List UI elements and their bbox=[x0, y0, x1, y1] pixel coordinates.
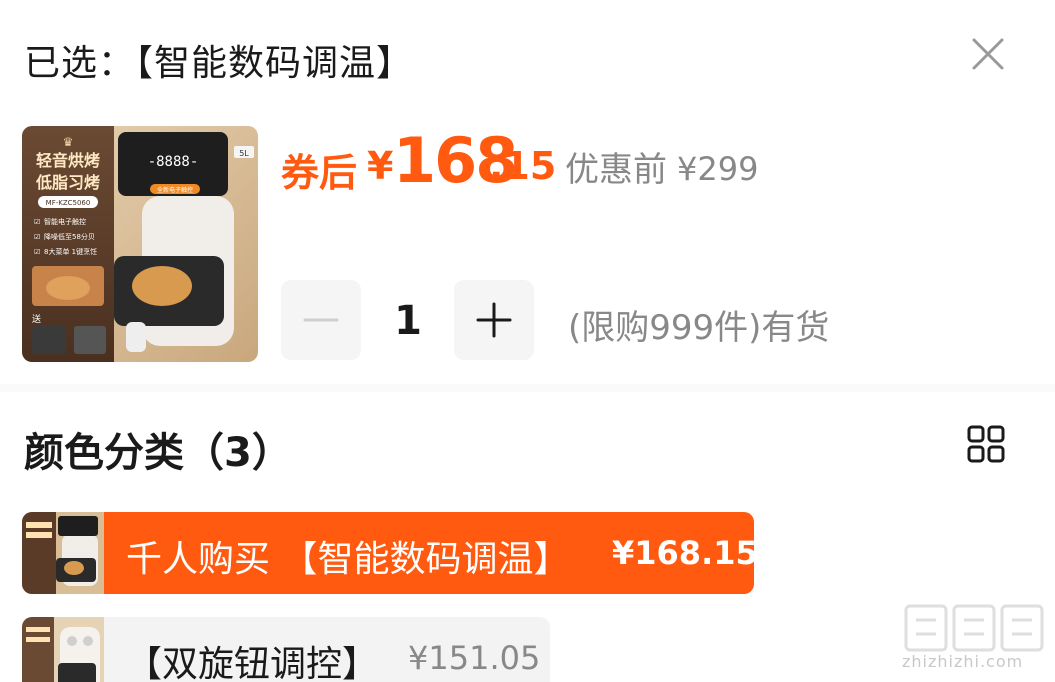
plus-icon bbox=[476, 302, 512, 338]
quantity-value[interactable]: 1 bbox=[380, 298, 436, 344]
svg-text:☑: ☑ bbox=[34, 248, 40, 256]
stock-status: (限购999件)有货 bbox=[568, 308, 830, 348]
option-price: ¥168.15 bbox=[612, 534, 754, 572]
price-decimal: .15 bbox=[489, 144, 557, 188]
product-model: MF-KZC5060 bbox=[46, 199, 91, 207]
product-feature-3: 8大菜单 1键烹饪 bbox=[44, 247, 97, 256]
grid-view-toggle[interactable] bbox=[966, 424, 1006, 464]
section-divider bbox=[0, 384, 1055, 392]
minus-icon bbox=[303, 318, 339, 322]
svg-text:☑: ☑ bbox=[34, 218, 40, 226]
product-headline-2: 低脂习烤 bbox=[35, 173, 100, 192]
quantity-increase-button[interactable] bbox=[454, 280, 534, 360]
original-price: ¥299 bbox=[677, 150, 759, 188]
option-label: 【双旋钮调控】 bbox=[126, 644, 379, 682]
product-headline-1: 轻音烘烤 bbox=[36, 151, 100, 170]
color-section-title: 颜色分类（3） bbox=[24, 430, 292, 476]
option-thumbnail bbox=[22, 617, 104, 682]
watermark-text: zhizhizhi.com bbox=[902, 652, 1024, 671]
selected-sku-label: 已选：【智能数码调温】 bbox=[24, 34, 413, 86]
capacity-label: 5L bbox=[239, 149, 249, 158]
svg-text:♛: ♛ bbox=[63, 135, 74, 149]
option-label: 千人购买 【智能数码调温】 bbox=[126, 539, 570, 580]
option-thumbnail bbox=[22, 512, 104, 594]
color-option-selected[interactable]: 千人购买 【智能数码调温】 ¥168.15 bbox=[22, 512, 754, 594]
close-icon bbox=[972, 38, 1004, 70]
sku-panel-header: 已选：【智能数码调温】 bbox=[0, 0, 1055, 110]
close-button[interactable] bbox=[966, 32, 1010, 76]
air-fryer-product-image: ♛ 轻音烘烤 低脂习烤 MF-KZC5060 ☑ 智能电子触控 ☑ 降噪低至58… bbox=[22, 126, 258, 362]
panel-label: 全新电子触控 bbox=[157, 186, 193, 194]
grid-view-icon bbox=[967, 425, 1005, 463]
quantity-decrease-button[interactable] bbox=[281, 280, 361, 360]
currency-symbol: ¥ bbox=[367, 144, 394, 188]
product-image[interactable]: ♛ 轻音烘烤 低脂习烤 MF-KZC5060 ☑ 智能电子触控 ☑ 降噪低至58… bbox=[22, 126, 258, 362]
selected-value: 【智能数码调温】 bbox=[135, 43, 414, 84]
color-option[interactable]: 【双旋钮调控】 ¥151.05 bbox=[22, 617, 550, 682]
svg-text:-8888-: -8888- bbox=[148, 154, 199, 170]
coupon-price-label: 券后 bbox=[281, 151, 358, 195]
selected-prefix: 已选： bbox=[24, 43, 136, 84]
gift-label: 送 bbox=[32, 313, 41, 325]
product-feature-1: 智能电子触控 bbox=[44, 217, 86, 226]
original-price-label: 优惠前 bbox=[565, 150, 667, 190]
product-feature-2: 降噪低至58分贝 bbox=[44, 232, 95, 241]
option-price: ¥151.05 bbox=[408, 639, 541, 677]
svg-text:☑: ☑ bbox=[34, 233, 40, 241]
